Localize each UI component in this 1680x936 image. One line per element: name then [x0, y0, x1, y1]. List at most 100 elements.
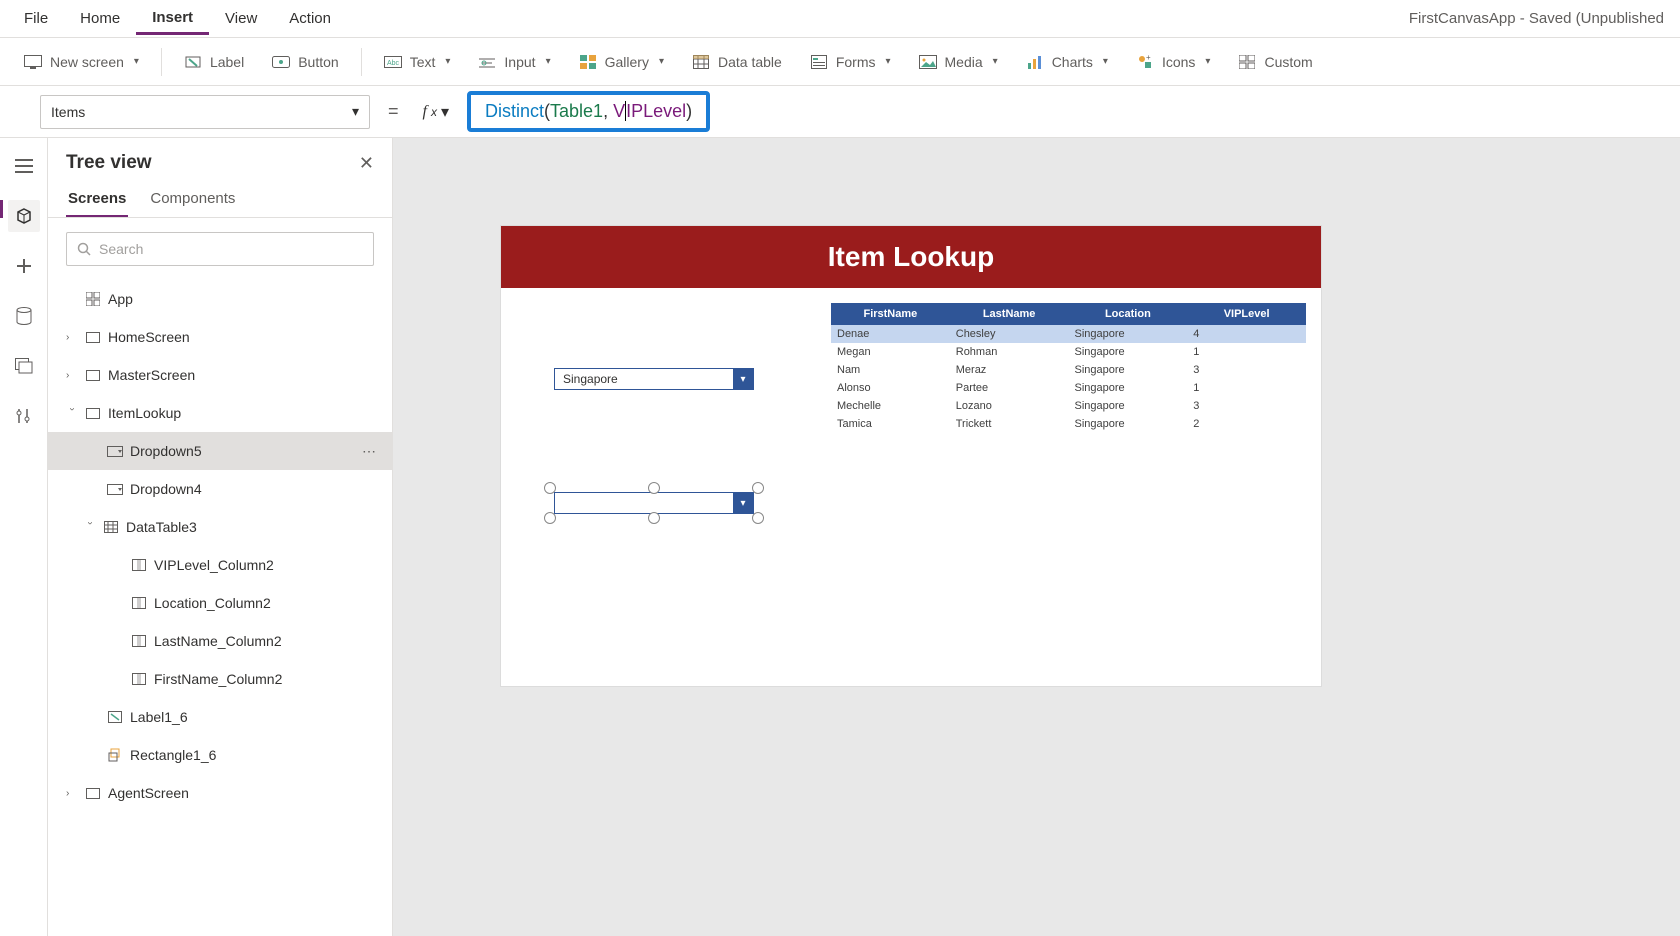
canvas-area[interactable]: Item Lookup Singapore ▾ ▾ — [393, 138, 1680, 936]
tree-datatable3[interactable]: ›DataTable3 — [48, 508, 392, 546]
table-cell: Singapore — [1069, 379, 1188, 397]
custom-icon — [1238, 53, 1256, 71]
tree-vip-col[interactable]: VIPLevel_Column2 — [48, 546, 392, 584]
custom-button[interactable]: Custom — [1226, 47, 1324, 77]
table-cell: 3 — [1187, 361, 1306, 379]
table-cell: 3 — [1187, 397, 1306, 415]
resize-handle[interactable] — [544, 482, 556, 494]
tree-app[interactable]: App — [48, 280, 392, 318]
svg-text:+: + — [1146, 54, 1151, 62]
col-lastname[interactable]: LastName — [950, 303, 1069, 325]
tree-itemlookup[interactable]: ›ItemLookup — [48, 394, 392, 432]
media-button[interactable]: Media ▾ — [907, 47, 1010, 77]
screen-icon — [84, 370, 102, 381]
gallery-button[interactable]: Gallery ▾ — [567, 47, 676, 77]
table-cell: Mechelle — [831, 397, 950, 415]
resize-handle[interactable] — [544, 512, 556, 524]
tree-dropdown5[interactable]: Dropdown5⋯ — [48, 432, 392, 470]
forms-btn-text: Forms — [836, 54, 876, 70]
tree-lastname-col[interactable]: LastName_Column2 — [48, 622, 392, 660]
menu-action[interactable]: Action — [273, 4, 347, 33]
canvas-dropdown4[interactable]: Singapore ▾ — [554, 368, 754, 390]
col-viplevel[interactable]: VIPLevel — [1187, 303, 1306, 325]
table-row[interactable]: NamMerazSingapore3 — [831, 361, 1306, 379]
media-rail-button[interactable] — [8, 350, 40, 382]
col-firstname[interactable]: FirstName — [831, 303, 950, 325]
resize-handle[interactable] — [648, 482, 660, 494]
tree-view-rail-button[interactable] — [8, 200, 40, 232]
table-cell: Singapore — [1069, 343, 1188, 361]
chevron-down-icon: ▾ — [546, 56, 551, 67]
icons-icon: + — [1136, 53, 1154, 71]
table-cell: Alonso — [831, 379, 950, 397]
gallery-btn-text: Gallery — [605, 54, 649, 70]
table-row[interactable]: DenaeChesleySingapore4 — [831, 325, 1306, 343]
menu-view[interactable]: View — [209, 4, 273, 33]
charts-button[interactable]: Charts ▾ — [1014, 47, 1120, 77]
formula-bar: Items ▾ = fx ▾ Distinct(Table1, VIPLevel… — [0, 86, 1680, 138]
resize-handle[interactable] — [752, 512, 764, 524]
tools-rail-button[interactable] — [8, 400, 40, 432]
selection-handles[interactable]: ▾ — [546, 484, 762, 522]
button-button[interactable]: Button — [260, 47, 350, 77]
tree-firstname-col[interactable]: FirstName_Column2 — [48, 660, 392, 698]
new-screen-button[interactable]: New screen ▾ — [12, 47, 151, 77]
formula-column: VIPLevel — [613, 101, 686, 121]
tree-label1-6[interactable]: Label1_6 — [48, 698, 392, 736]
formula-input[interactable]: Distinct(Table1, VIPLevel) — [467, 91, 710, 132]
tree-rectangle1-6[interactable]: Rectangle1_6 — [48, 736, 392, 774]
table-row[interactable]: AlonsoParteeSingapore1 — [831, 379, 1306, 397]
menu-file[interactable]: File — [8, 4, 64, 33]
table-cell: 2 — [1187, 415, 1306, 433]
col-location[interactable]: Location — [1069, 303, 1188, 325]
charts-btn-text: Charts — [1052, 54, 1093, 70]
search-input[interactable]: Search — [66, 232, 374, 266]
canvas-dropdown5[interactable]: ▾ — [554, 492, 754, 514]
icons-button[interactable]: + Icons ▾ — [1124, 47, 1223, 77]
search-placeholder: Search — [99, 241, 143, 257]
menu-home[interactable]: Home — [64, 4, 136, 33]
table-row[interactable]: MeganRohmanSingapore1 — [831, 343, 1306, 361]
search-icon — [77, 242, 91, 256]
data-rail-button[interactable] — [8, 300, 40, 332]
table-cell: Nam — [831, 361, 950, 379]
insert-rail-button[interactable] — [8, 250, 40, 282]
canvas-data-table[interactable]: FirstName LastName Location VIPLevel Den… — [831, 303, 1306, 433]
text-button[interactable]: Abc Text ▾ — [372, 47, 463, 77]
data-table-icon — [692, 53, 710, 71]
tree-homescreen[interactable]: ›HomeScreen — [48, 318, 392, 356]
data-table-button[interactable]: Data table — [680, 47, 794, 77]
tab-components[interactable]: Components — [148, 182, 237, 217]
more-icon[interactable]: ⋯ — [362, 443, 378, 460]
table-icon — [102, 521, 120, 533]
table-cell: Chesley — [950, 325, 1069, 343]
close-icon[interactable]: ✕ — [359, 153, 374, 174]
hamburger-button[interactable] — [8, 150, 40, 182]
table-row[interactable]: TamicaTrickettSingapore2 — [831, 415, 1306, 433]
app-screen[interactable]: Item Lookup Singapore ▾ ▾ — [501, 226, 1321, 686]
column-icon — [130, 597, 148, 609]
table-row[interactable]: MechelleLozanoSingapore3 — [831, 397, 1306, 415]
label-button[interactable]: Label — [172, 47, 256, 77]
menu-insert[interactable]: Insert — [136, 3, 209, 35]
tree-masterscreen[interactable]: ›MasterScreen — [48, 356, 392, 394]
tree-location-col[interactable]: Location_Column2 — [48, 584, 392, 622]
resize-handle[interactable] — [648, 512, 660, 524]
table-cell: Trickett — [950, 415, 1069, 433]
tree-agentscreen[interactable]: ›AgentScreen — [48, 774, 392, 812]
chevron-down-icon: ▾ — [733, 369, 753, 389]
property-dropdown[interactable]: Items ▾ — [40, 95, 370, 129]
table-cell: Meraz — [950, 361, 1069, 379]
input-button[interactable]: Input ▾ — [466, 47, 562, 77]
column-icon — [130, 673, 148, 685]
gallery-icon — [579, 53, 597, 71]
tab-screens[interactable]: Screens — [66, 182, 128, 217]
fx-label[interactable]: fx ▾ — [417, 102, 455, 122]
chevron-down-icon: ▾ — [352, 103, 359, 120]
forms-button[interactable]: Forms ▾ — [798, 47, 903, 77]
column-icon — [130, 635, 148, 647]
resize-handle[interactable] — [752, 482, 764, 494]
tree-dropdown4[interactable]: Dropdown4 — [48, 470, 392, 508]
equals-sign: = — [382, 101, 405, 122]
media-icon — [919, 53, 937, 71]
